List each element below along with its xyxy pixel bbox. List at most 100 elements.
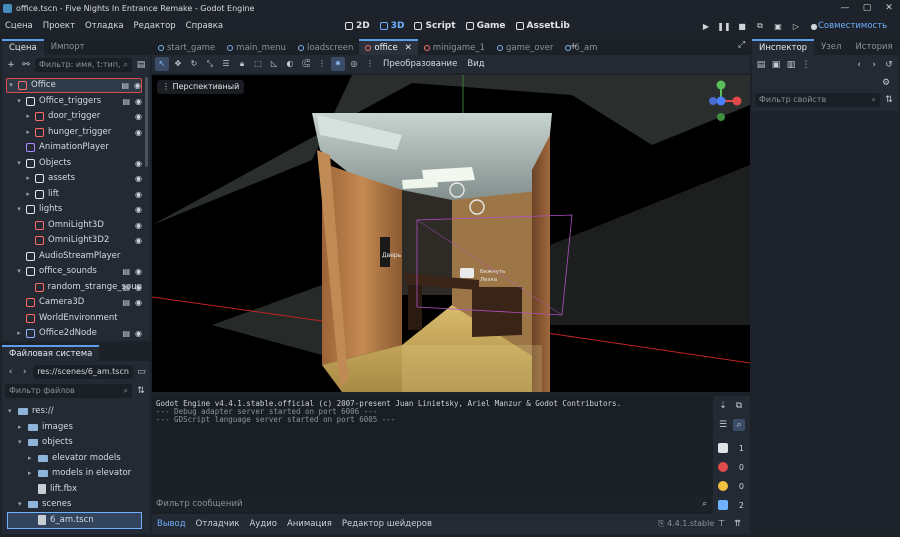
copy-output-icon[interactable]: ⧉ [733,400,745,412]
scene-node[interactable]: ▾ lights ◉ [6,202,142,217]
script-icon[interactable]: ▤ [122,326,130,341]
tab-node[interactable]: Узел [814,40,848,55]
pin-icon[interactable]: ⊤ [718,519,725,529]
3d-viewport[interactable]: Дверь Бежнуть Лезка ⋮ Перспективный [152,75,750,392]
visibility-eye-icon[interactable]: ◉ [135,233,142,248]
scene-tab[interactable]: minigame_1 [418,41,491,55]
menu-project[interactable]: Проект [38,21,80,31]
lock-icon[interactable]: 🔒︎ [235,57,249,71]
scene-node[interactable]: ▸ lift ◉ [6,187,142,202]
play-scene-icon[interactable]: ▣ [770,22,786,31]
warnings-badge[interactable]: 0 [716,479,746,493]
visibility-eye-icon[interactable]: ◉ [135,295,142,310]
message-filter-input[interactable]: Фильтр сообщений ⌕ [152,496,713,512]
mode-3d[interactable]: 3D [379,21,404,31]
transform-menu[interactable]: Преобразование [379,59,461,69]
expand-arrow-icon[interactable]: ▸ [15,326,23,341]
collapse-arrow-icon[interactable]: ▾ [8,404,16,419]
collapse-arrow-icon[interactable]: ▾ [15,202,23,217]
local-space-icon[interactable]: ◐ [283,57,297,71]
scale-tool-icon[interactable]: ⤡ [203,57,217,71]
script-icon[interactable]: ▤ [122,280,130,295]
split-view-icon[interactable]: ▭ [136,366,147,378]
folder-item[interactable]: ▸ models in elevator [8,466,141,481]
menu-editor[interactable]: Редактор [129,21,181,31]
path-field[interactable]: res://scenes/6_am.tscn [33,365,133,379]
folder-item[interactable]: ▸ images [8,420,141,435]
expand-arrow-icon[interactable]: ▸ [24,187,32,202]
filter-lines-icon[interactable]: ☰ [717,419,729,431]
file-item[interactable]: lift.fbx [8,482,141,497]
save-resource-icon[interactable]: ▥ [785,59,797,71]
view-gizmo[interactable] [697,77,745,125]
scene-tab[interactable]: loadscreen [292,41,359,55]
scene-node[interactable]: ▾ Office_triggers ▤ ◉ [6,94,142,109]
visibility-eye-icon[interactable]: ◉ [135,218,142,233]
menu-scene[interactable]: Сцена [0,21,38,31]
open-resource-icon[interactable]: ▣ [770,59,782,71]
group-icon[interactable]: ⬚ [251,57,265,71]
scene-node[interactable]: ▸ Office2dNode ▤ ◉ [6,326,142,341]
expand-arrow-icon[interactable]: ▸ [24,109,32,124]
scene-node[interactable]: AudioStreamPlayer [6,249,142,264]
expand-arrow-icon[interactable]: ▸ [28,451,36,466]
scene-node[interactable]: AnimationPlayer [6,140,142,155]
info-badge[interactable]: 2 [716,498,746,512]
view-menu[interactable]: Вид [463,59,488,69]
menu-help[interactable]: Справка [181,21,228,31]
expand-arrow-icon[interactable]: ▸ [18,420,26,435]
history-forward-icon[interactable]: › [868,59,880,71]
move-tool-icon[interactable]: ✥ [171,57,185,71]
mode-script[interactable]: Script [414,21,456,31]
scene-node[interactable]: ▸ hunger_trigger ◉ [6,125,142,140]
scene-node[interactable]: random_strange_soun ▤ ◉ [6,280,142,295]
play-custom-icon[interactable]: ▷ [788,22,804,31]
tab-output[interactable]: Вывод [152,519,191,529]
errors-badge[interactable]: 0 [716,460,746,474]
tab-inspector[interactable]: Инспектор [752,39,815,55]
script-icon[interactable]: ▤ [122,264,130,279]
expand-panel-icon[interactable]: ⇈ [734,519,741,529]
visibility-eye-icon[interactable]: ◉ [134,78,141,93]
tab-audio[interactable]: Аудио [244,519,281,529]
sun-preview-icon[interactable]: ✷ [331,57,345,71]
history-back-icon[interactable]: ‹ [853,59,865,71]
play-icon[interactable]: ▶ [698,22,714,31]
sort-icon[interactable]: ⇅ [135,385,147,397]
tab-filesystem[interactable]: Файловая система [2,345,100,361]
folder-item[interactable]: ▾ objects [8,435,141,450]
expand-arrow-icon[interactable]: ▸ [24,125,32,140]
object-info-icon[interactable]: ⚙ [880,77,892,89]
file-item[interactable]: 6_am.tscn [7,511,142,529]
collapse-arrow-icon[interactable]: ▾ [18,435,26,450]
scene-node[interactable]: ▾ office_sounds ▤ ◉ [6,264,142,279]
maximize-icon[interactable]: ▢ [856,0,878,16]
select-tool-icon[interactable]: ↖ [155,57,169,71]
scene-tree-scrollbar[interactable] [145,77,148,167]
visibility-eye-icon[interactable]: ◉ [135,264,142,279]
more-icon[interactable]: ⋮ [800,59,812,71]
mode-game[interactable]: Game [465,21,506,31]
file-filter-input[interactable]: Фильтр файлов ⌕ [5,384,132,398]
search-output-icon[interactable]: ⌕ [733,419,745,431]
visibility-eye-icon[interactable]: ◉ [135,326,142,341]
visibility-eye-icon[interactable]: ◉ [135,125,142,140]
collapse-arrow-icon[interactable]: ▾ [7,78,15,93]
list-tool-icon[interactable]: ☰ [219,57,233,71]
scene-node[interactable]: ▾ Objects ◉ [6,156,142,171]
collapse-arrow-icon[interactable]: ▾ [18,497,26,512]
scene-tab[interactable]: start_game [152,41,221,55]
collapse-arrow-icon[interactable]: ▾ [15,156,23,171]
tab-scene[interactable]: Сцена [2,39,44,55]
script-icon[interactable]: ▤ [122,295,130,310]
attach-script-icon[interactable]: ▤ [135,59,147,71]
scene-node[interactable]: ▸ assets ◉ [6,171,142,186]
minimize-icon[interactable]: — [834,0,856,16]
menu-debug[interactable]: Отладка [80,21,129,31]
mode-2d[interactable]: 2D [345,21,370,31]
collapse-arrow-icon[interactable]: ▾ [15,94,23,109]
scene-filter-input[interactable]: Фильтр: имя, t:тип, ⌕ [35,58,132,72]
more-icon[interactable]: ⋮ [315,57,329,71]
property-filter-input[interactable]: Фильтр свойств ⌕ [755,93,880,107]
collapse-arrow-icon[interactable]: ▾ [15,264,23,279]
